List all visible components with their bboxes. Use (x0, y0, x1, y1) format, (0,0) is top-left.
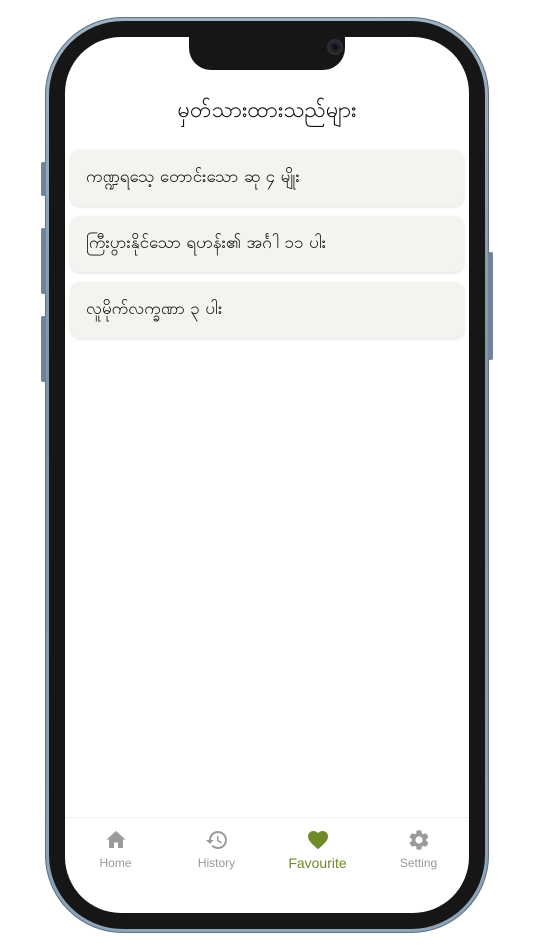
favourite-item-title: ကြီးပွားနိုင်သော ရဟန်း၏ အင်္ဂါ ၁၁ ပါး (86, 232, 327, 253)
nav-favourite-label: Favourite (288, 855, 347, 871)
power-button (488, 252, 493, 360)
page-title: မှတ်သားထားသည်များ (177, 98, 357, 123)
device-stage: မှတ်သားထားသည်များ ကဏ္ဍရသေ့ တောင်းသော ဆု … (0, 0, 534, 950)
heart-icon (307, 831, 328, 850)
favourite-list: ကဏ္ဍရသေ့ တောင်းသော ဆု ၄ မျိုး ကြီးပွားနိ… (70, 150, 464, 348)
nav-history[interactable]: History (166, 818, 267, 888)
favourite-item-title: ကဏ္ဍရသေ့ တောင်းသော ဆု ၄ မျိုး (86, 166, 300, 187)
favourite-item-title: လူမိုက်လက္ခဏာ ၃ ပါး (86, 298, 223, 319)
favourite-item[interactable]: ကဏ္ဍရသေ့ တောင်းသော ဆု ၄ မျိုး (70, 150, 464, 206)
nav-home-label: Home (99, 856, 132, 870)
history-icon (205, 831, 227, 849)
volume-up-button (41, 228, 46, 294)
gear-icon (409, 830, 428, 850)
app-screen: မှတ်သားထားသည်များ ကဏ္ဍရသေ့ တောင်းသော ဆု … (65, 37, 469, 913)
nav-setting-label: Setting (399, 856, 438, 870)
nav-home[interactable]: Home (65, 818, 166, 888)
home-icon (106, 831, 125, 848)
favourite-item[interactable]: ကြီးပွားနိုင်သော ရဟန်း၏ အင်္ဂါ ၁၁ ပါး (70, 216, 464, 272)
mute-switch (41, 162, 46, 196)
front-camera (329, 41, 341, 53)
volume-down-button (41, 316, 46, 382)
nav-history-label: History (197, 856, 236, 870)
favourite-item[interactable]: လူမိုက်လက္ခဏာ ၃ ပါး (70, 282, 464, 338)
nav-setting[interactable]: Setting (368, 818, 469, 888)
bottom-navigation: Home History Favourite Setting (65, 817, 469, 888)
nav-favourite[interactable]: Favourite (267, 818, 368, 888)
notch (189, 37, 345, 70)
